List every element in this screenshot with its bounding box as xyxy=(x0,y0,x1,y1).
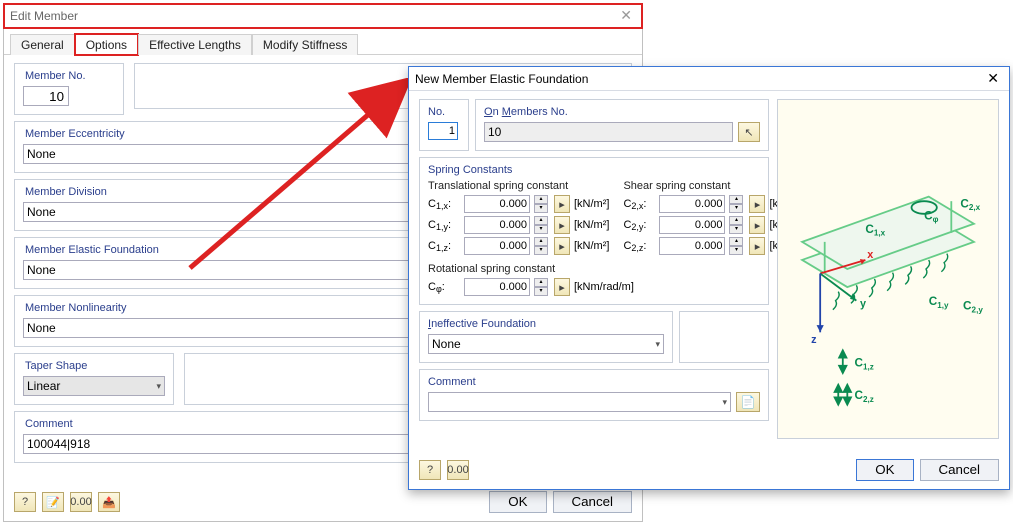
diagram-panel: x y z C1,x Cφ C2,x C1,y C2,y C1,z C2,z xyxy=(777,99,999,439)
ineffective-combo[interactable]: None▾ xyxy=(428,334,664,354)
svg-text:C1,z: C1,z xyxy=(855,357,874,372)
spinner-c1y[interactable]: ▴▾ xyxy=(534,216,548,234)
ok-button-back[interactable]: OK xyxy=(489,491,546,513)
chevron-down-icon: ▾ xyxy=(156,381,161,392)
input-cphi[interactable]: 0.000 xyxy=(464,278,530,296)
svg-text:C2,y: C2,y xyxy=(963,300,983,315)
window-title-front: New Member Elastic Foundation xyxy=(415,72,588,86)
close-icon[interactable]: ✕ xyxy=(983,70,1003,87)
spinner-c1x[interactable]: ▴▾ xyxy=(534,195,548,213)
pick-members-button[interactable]: ↖ xyxy=(738,122,760,142)
spinner-c2y[interactable]: ▴▾ xyxy=(729,216,743,234)
window-title: Edit Member xyxy=(10,9,78,23)
input-c2z[interactable]: 0.000 xyxy=(659,237,725,255)
svg-text:x: x xyxy=(867,249,873,261)
titlebar-front: New Member Elastic Foundation ✕ xyxy=(409,67,1009,91)
info-c2y[interactable]: ▸ xyxy=(749,216,765,234)
info-c1z[interactable]: ▸ xyxy=(554,237,570,255)
spinner-c1z[interactable]: ▴▾ xyxy=(534,237,548,255)
input-c2y[interactable]: 0.000 xyxy=(659,216,725,234)
spinner-c2z[interactable]: ▴▾ xyxy=(729,237,743,255)
tab-effective-lengths[interactable]: Effective Lengths xyxy=(138,34,252,55)
comment-front-combo[interactable]: ▾ xyxy=(428,392,731,412)
info-c1y[interactable]: ▸ xyxy=(554,216,570,234)
new-elastic-foundation-window: New Member Elastic Foundation ✕ No. On M… xyxy=(408,66,1010,490)
label-c2z: C2,z: xyxy=(623,240,655,252)
units-button-front[interactable]: 0.00 xyxy=(447,460,469,480)
legend-eccentricity: Member Eccentricity xyxy=(23,128,127,140)
spinner-c2x[interactable]: ▴▾ xyxy=(729,195,743,213)
heading-rotational: Rotational spring constant xyxy=(428,263,760,275)
comment-library-button-front[interactable]: 📄 xyxy=(736,392,760,412)
legend-taper: Taper Shape xyxy=(23,360,89,372)
foundation-no-input[interactable] xyxy=(428,122,458,140)
info-c2z[interactable]: ▸ xyxy=(749,237,765,255)
info-c1x[interactable]: ▸ xyxy=(554,195,570,213)
tabs: General Options Effective Lengths Modify… xyxy=(4,30,642,55)
taper-combo: Linear▾ xyxy=(23,376,165,396)
on-members-input[interactable]: 10 xyxy=(484,122,733,142)
label-cphi: Cφ: xyxy=(428,281,460,293)
heading-translational: Translational spring constant xyxy=(428,180,609,192)
titlebar-edit-member: Edit Member ✕ xyxy=(4,4,642,28)
svg-text:C2,z: C2,z xyxy=(855,389,874,404)
svg-text:C2,x: C2,x xyxy=(960,198,980,213)
note-button[interactable]: 📝 xyxy=(42,492,64,512)
svg-text:y: y xyxy=(860,298,866,310)
member-no-input[interactable] xyxy=(23,86,69,106)
cancel-button-back[interactable]: Cancel xyxy=(553,491,633,513)
legend-ineffective: Ineffective Foundation xyxy=(428,318,536,330)
spinner-cphi[interactable]: ▴▾ xyxy=(534,278,548,296)
help-button[interactable]: ? xyxy=(14,492,36,512)
input-c2x[interactable]: 0.000 xyxy=(659,195,725,213)
legend-no: No. xyxy=(428,106,445,118)
input-c1z[interactable]: 0.000 xyxy=(464,237,530,255)
info-c2x[interactable]: ▸ xyxy=(749,195,765,213)
svg-text:z: z xyxy=(811,334,817,346)
heading-shear: Shear spring constant xyxy=(623,180,789,192)
close-icon[interactable]: ✕ xyxy=(616,7,636,24)
tab-modify-stiffness[interactable]: Modify Stiffness xyxy=(252,34,358,55)
legend-nonlinearity: Member Nonlinearity xyxy=(23,302,128,314)
svg-text:C1,y: C1,y xyxy=(929,295,949,310)
chevron-down-icon: ▾ xyxy=(722,397,727,408)
tab-options[interactable]: Options xyxy=(75,34,138,55)
legend-member-no: Member No. xyxy=(23,70,88,82)
elastic-foundation-diagram: x y z C1,x Cφ C2,x C1,y C2,y C1,z C2,z xyxy=(784,106,992,432)
input-c1x[interactable]: 0.000 xyxy=(464,195,530,213)
units-button[interactable]: 0.00 xyxy=(70,492,92,512)
ok-button-front[interactable]: OK xyxy=(856,459,913,481)
info-cphi[interactable]: ▸ xyxy=(554,278,570,296)
tab-general[interactable]: General xyxy=(10,34,75,55)
legend-comment-front: Comment xyxy=(428,376,476,388)
label-c2x: C2,x: xyxy=(623,198,655,210)
label-c1y: C1,y: xyxy=(428,219,460,231)
chevron-down-icon: ▾ xyxy=(655,339,660,350)
export-button[interactable]: 📤 xyxy=(98,492,120,512)
label-c1x: C1,x: xyxy=(428,198,460,210)
label-c2y: C2,y: xyxy=(623,219,655,231)
legend-division: Member Division xyxy=(23,186,109,198)
legend-elastic-foundation: Member Elastic Foundation xyxy=(23,244,161,256)
input-c1y[interactable]: 0.000 xyxy=(464,216,530,234)
cancel-button-front[interactable]: Cancel xyxy=(920,459,1000,481)
legend-spring-constants: Spring Constants xyxy=(428,164,512,176)
legend-comment-back: Comment xyxy=(23,418,75,430)
label-c1z: C1,z: xyxy=(428,240,460,252)
legend-on-members: On Members No. xyxy=(484,106,568,118)
help-button-front[interactable]: ? xyxy=(419,460,441,480)
